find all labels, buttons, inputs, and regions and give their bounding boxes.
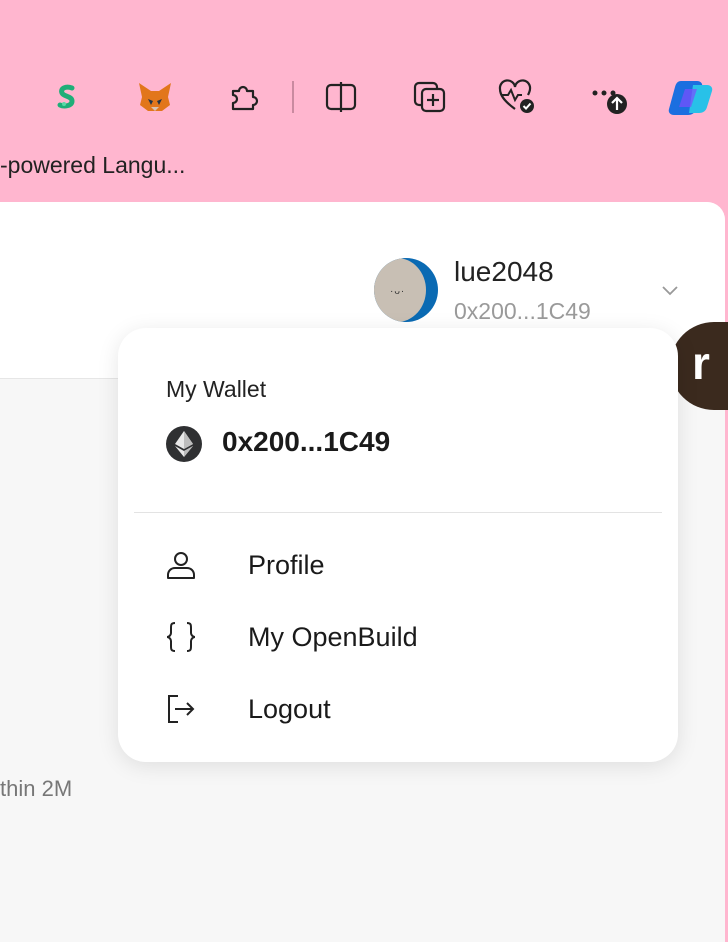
menu-item-logout[interactable]: Logout: [156, 681, 636, 737]
menu-item-my-openbuild[interactable]: My OpenBuild: [156, 609, 636, 665]
copilot-icon[interactable]: [666, 76, 716, 118]
ethereum-icon: [166, 426, 202, 462]
metamask-fox-icon[interactable]: [134, 76, 176, 118]
bookmark-link[interactable]: -powered Langu...: [0, 152, 185, 179]
menu-item-profile[interactable]: Profile: [156, 537, 636, 593]
background-text: thin 2M: [0, 776, 73, 801]
puzzle-icon[interactable]: [222, 76, 264, 118]
split-screen-icon[interactable]: [320, 76, 362, 118]
menu-item-label: Logout: [248, 693, 331, 724]
menu-divider: [134, 512, 662, 513]
browser-toolbar: -powered Langu...: [0, 0, 728, 200]
extension-s-icon[interactable]: [46, 76, 88, 118]
user-dropdown-menu: My Wallet 0x200...1C49 Profile My OpenBu…: [118, 328, 678, 762]
avatar[interactable]: ·ᴗ·: [374, 258, 438, 322]
avatar-face-graphic: ·ᴗ·: [390, 286, 406, 297]
browser-health-icon[interactable]: [496, 76, 538, 118]
menu-item-label: Profile: [248, 549, 325, 580]
username: lue2048: [454, 256, 554, 287]
wallet-address[interactable]: 0x200...1C49: [222, 426, 390, 458]
floating-button-letter: r: [692, 337, 710, 389]
user-address: 0x200...1C49: [454, 298, 591, 324]
person-icon: [166, 545, 218, 585]
wallet-label: My Wallet: [166, 376, 267, 402]
menu-item-label: My OpenBuild: [248, 621, 418, 652]
braces-icon: [166, 617, 218, 657]
more-icon[interactable]: [586, 76, 628, 118]
chevron-down-icon[interactable]: [660, 280, 680, 300]
toolbar-separator: [292, 81, 294, 113]
add-collection-icon[interactable]: [408, 76, 450, 118]
logout-icon: [166, 689, 218, 729]
